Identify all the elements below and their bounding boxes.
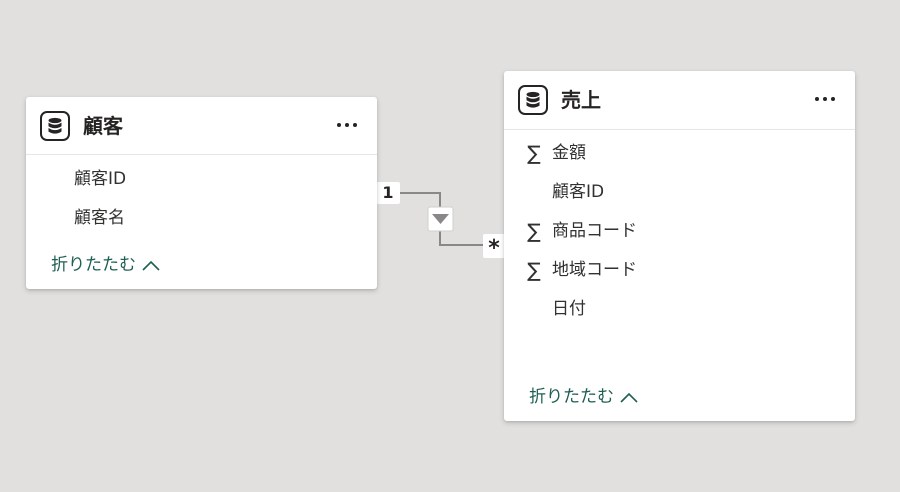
collapse-label: 折りたたむ	[529, 387, 614, 407]
ellipsis-icon	[337, 123, 357, 127]
collapse-label: 折りたたむ	[51, 255, 136, 275]
field-label: 顧客名	[74, 208, 125, 228]
filter-direction-icon[interactable]	[427, 206, 454, 232]
field-row[interactable]: 顧客ID	[504, 178, 855, 206]
more-options-button[interactable]	[813, 87, 837, 111]
field-label: 地域コード	[552, 260, 637, 280]
table-header: 顧客	[26, 97, 377, 155]
field-label: 顧客ID	[552, 182, 605, 202]
table-title: 顧客	[83, 114, 123, 138]
database-icon	[518, 85, 548, 115]
sigma-icon: ∑	[527, 258, 541, 282]
sigma-icon: ∑	[527, 141, 541, 165]
table-card-sales[interactable]: 売上 ∑ 金額 顧客ID ∑ 商品コード ∑ 地域コード 日付 折りたたむ	[504, 71, 855, 421]
field-label: 商品コード	[552, 221, 637, 241]
field-label: 日付	[552, 299, 586, 319]
field-label: 金額	[552, 143, 586, 163]
collapse-button[interactable]: 折りたたむ	[51, 253, 160, 277]
table-title: 売上	[561, 88, 601, 112]
field-row[interactable]: 顧客ID	[26, 165, 377, 193]
table-header: 売上	[504, 71, 855, 130]
cardinality-one: 1	[376, 182, 400, 204]
collapse-button[interactable]: 折りたたむ	[529, 385, 638, 409]
table-card-customer[interactable]: 顧客 顧客ID 顧客名 折りたたむ	[26, 97, 377, 289]
field-row[interactable]: ∑ 地域コード	[504, 256, 855, 284]
ellipsis-icon	[815, 97, 835, 101]
field-row[interactable]: 顧客名	[26, 204, 377, 232]
chevron-up-icon	[142, 260, 160, 271]
chevron-up-icon	[620, 392, 638, 403]
more-options-button[interactable]	[335, 113, 359, 137]
cardinality-many: *	[483, 234, 505, 261]
field-row[interactable]: 日付	[504, 295, 855, 323]
sigma-icon: ∑	[527, 219, 541, 243]
field-row[interactable]: ∑ 金額	[504, 139, 855, 167]
database-icon	[40, 111, 70, 141]
field-label: 顧客ID	[74, 169, 127, 189]
field-row[interactable]: ∑ 商品コード	[504, 217, 855, 245]
